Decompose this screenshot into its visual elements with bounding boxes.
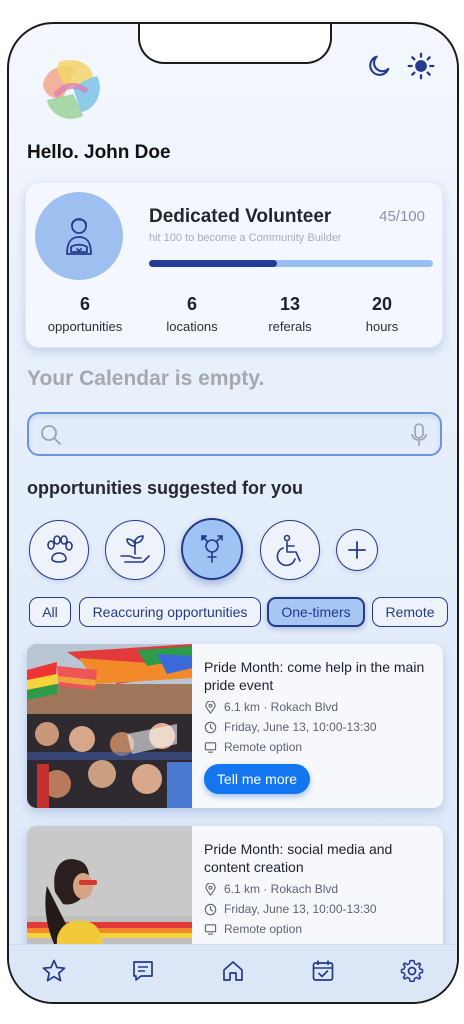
stat-opportunities: 6 opportunities (35, 294, 135, 334)
distance-text: 6.1 km · Rokach Blvd (224, 882, 339, 896)
level-title: Dedicated Volunteer (149, 206, 332, 227)
volunteer-stats-card: Dedicated Volunteer 45/100 hit 100 to be… (25, 182, 443, 348)
pride-crowd-photo (27, 644, 192, 808)
opportunity-title: Pride Month: come help in the main pride… (204, 659, 425, 693)
volunteer-person-icon (66, 218, 92, 255)
gender-symbol-icon (201, 535, 223, 563)
greeting: Hello. John Doe (27, 142, 171, 163)
calendar-empty-message: Your Calendar is empty. (27, 367, 265, 390)
stat-label: hours (365, 319, 399, 334)
category-add-button[interactable] (336, 529, 378, 571)
notch (138, 24, 332, 64)
stat-hours: 20 hours (332, 294, 432, 334)
accessibility-icon (276, 534, 301, 567)
level-progress-bar (149, 260, 433, 267)
level-progress-fill (149, 260, 277, 267)
nav-messages[interactable] (130, 958, 156, 989)
search-input[interactable] (73, 422, 393, 448)
distance-text: 6.1 km · Rokach Blvd (224, 700, 339, 714)
moon-icon[interactable] (365, 52, 393, 85)
opportunity-location: 6.1 km · Rokach Blvd (204, 882, 338, 896)
stat-label: opportunities (47, 319, 123, 334)
next-level-hint: hit 100 to become a Community Builder (149, 232, 342, 244)
remote-text: Remote option (224, 740, 303, 754)
filter-row: All Reaccuring opportunities One-timers … (29, 597, 449, 627)
plus-icon (348, 541, 366, 559)
opportunity-time: Friday, June 13, 10:00-13:30 (204, 902, 377, 916)
calendar-check-icon (312, 960, 333, 981)
search-icon (41, 425, 61, 445)
opportunity-card[interactable]: Pride Month: come help in the main pride… (27, 644, 443, 808)
opportunity-remote: Remote option (204, 922, 302, 936)
filter-remote[interactable]: Remote (372, 597, 448, 627)
plant-hand-icon (120, 535, 150, 563)
location-pin-icon (205, 700, 216, 714)
location-pin-icon (205, 882, 216, 896)
home-icon (223, 961, 243, 981)
tell-me-more-button[interactable]: Tell me more (204, 764, 310, 794)
gear-icon (400, 959, 424, 982)
opportunity-remote: Remote option (204, 740, 302, 754)
category-environment[interactable] (105, 520, 165, 580)
category-lgbtq[interactable] (181, 518, 243, 580)
filter-all[interactable]: All (29, 597, 71, 627)
chat-icon (133, 961, 154, 981)
stat-label: referals (268, 319, 312, 334)
paw-icon (47, 535, 73, 563)
stat-value: 6 (79, 294, 90, 314)
microphone-icon[interactable] (410, 422, 428, 448)
nav-home[interactable] (220, 958, 246, 989)
category-accessibility[interactable] (260, 520, 320, 580)
bottom-nav (9, 944, 457, 1002)
points-count: 45/100 (379, 208, 425, 225)
phone-frame: Hello. John Doe Dedicated Volunteer 45/1… (7, 22, 459, 1004)
opportunity-time: Friday, June 13, 10:00-13:30 (204, 720, 377, 734)
nav-settings[interactable] (399, 958, 425, 989)
suggested-title: opportunities suggested for you (27, 478, 304, 498)
stat-value: 6 (186, 294, 197, 314)
category-animals[interactable] (29, 520, 89, 580)
opportunity-location: 6.1 km · Rokach Blvd (204, 700, 338, 714)
remote-text: Remote option (224, 922, 303, 936)
monitor-icon (204, 741, 217, 753)
stat-value: 13 (279, 294, 301, 314)
filter-one-timers[interactable]: One-timers (267, 597, 365, 627)
search-bar[interactable] (27, 412, 442, 456)
opportunity-title: Pride Month: social media and content cr… (204, 841, 393, 875)
nav-calendar[interactable] (310, 958, 336, 989)
filter-reaccuring[interactable]: Reaccuring opportunities (79, 597, 261, 627)
stat-locations: 6 locations (142, 294, 242, 334)
clock-icon (204, 721, 217, 733)
avatar[interactable] (35, 192, 123, 280)
app-logo (43, 59, 100, 119)
sun-icon[interactable] (407, 52, 435, 85)
date-text: Friday, June 13, 10:00-13:30 (224, 902, 377, 916)
stat-value: 20 (371, 294, 393, 314)
star-icon (42, 959, 66, 982)
monitor-icon (204, 923, 217, 935)
nav-favorites[interactable] (41, 958, 67, 989)
clock-icon (204, 903, 217, 915)
stat-label: locations (166, 319, 218, 334)
stat-referals: 13 referals (240, 294, 340, 334)
date-text: Friday, June 13, 10:00-13:30 (224, 720, 377, 734)
category-row (29, 518, 449, 582)
